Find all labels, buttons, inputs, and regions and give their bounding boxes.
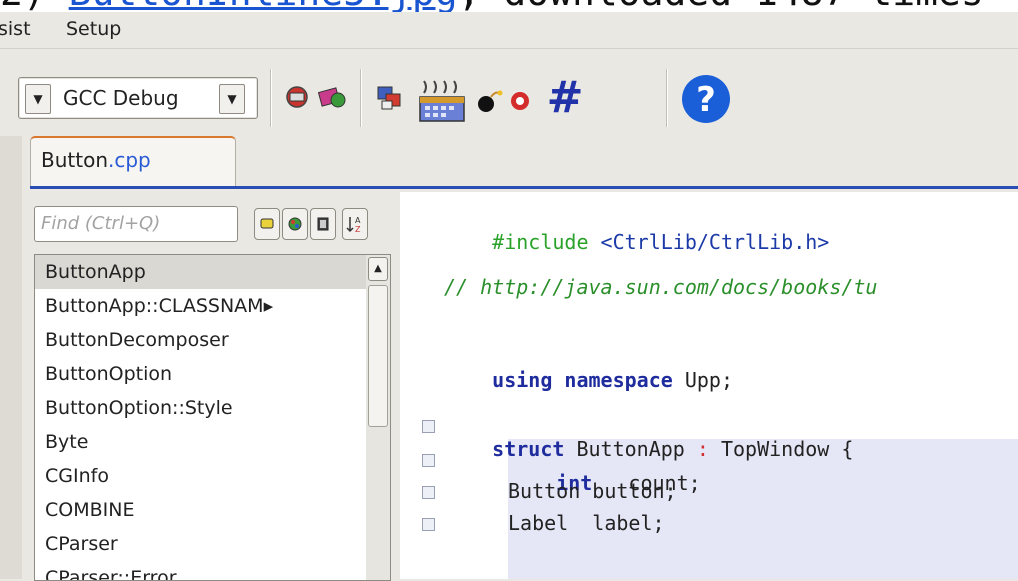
list-item[interactable]: CGInfo xyxy=(35,459,375,493)
toolbar-separator xyxy=(270,69,272,127)
list-item[interactable]: ButtonOption xyxy=(35,357,375,391)
folder-icon[interactable] xyxy=(254,208,280,240)
code-line-include: #include <CtrlLib/CtrlLib.h> xyxy=(492,230,830,254)
fold-marker-icon xyxy=(422,486,435,499)
menu-assist[interactable]: sist xyxy=(0,12,31,46)
list-scrollbar[interactable]: ▲ xyxy=(366,254,391,581)
rebuild-icon[interactable] xyxy=(316,82,348,112)
list-item[interactable]: ButtonApp xyxy=(35,255,375,289)
help-icon[interactable]: ? xyxy=(680,73,732,125)
menu-setup[interactable]: Setup xyxy=(66,12,121,46)
calendar-icon[interactable] xyxy=(416,77,468,125)
scroll-thumb[interactable] xyxy=(368,285,388,427)
chevron-down-icon[interactable]: ▼ xyxy=(25,84,51,114)
debug-bomb-icon[interactable] xyxy=(476,89,504,113)
list-item[interactable]: Byte xyxy=(35,425,375,459)
build-icon[interactable] xyxy=(282,82,312,112)
build-config-select[interactable]: ▼ GCC Debug ▼ xyxy=(18,77,258,119)
fold-marker-icon xyxy=(422,454,435,467)
tab-button-cpp[interactable]: Button.cpp xyxy=(30,136,236,188)
code-line-label: Label label; xyxy=(508,511,665,535)
build-config-value: GCC Debug xyxy=(63,86,179,110)
left-dock-strip xyxy=(0,136,23,579)
code-line-using: using namespace Upp; xyxy=(492,368,734,392)
download-caption: 2) ButtonInline5.jpg, downloaded 1487 ti… xyxy=(0,0,1018,12)
fold-marker-icon xyxy=(422,518,435,531)
code-editor[interactable]: #include <CtrlLib/CtrlLib.h> // http://j… xyxy=(400,192,1018,579)
svg-text:?: ? xyxy=(696,80,716,120)
document-icon[interactable] xyxy=(310,208,336,240)
navigator-panel: AZ ButtonApp ButtonApp::CLASSNAM▸ Button… xyxy=(22,192,400,581)
fold-marker-icon[interactable] xyxy=(422,420,435,433)
list-item[interactable]: CParser xyxy=(35,527,375,561)
menu-bar: sist Setup xyxy=(0,12,1018,48)
list-item[interactable]: ButtonDecomposer xyxy=(35,323,375,357)
symbol-list: ButtonApp ButtonApp::CLASSNAM▸ ButtonDec… xyxy=(34,254,376,581)
find-box[interactable] xyxy=(34,206,238,242)
globe-icon[interactable] xyxy=(282,208,308,240)
clean-icon[interactable] xyxy=(376,85,406,113)
toolbar-separator xyxy=(360,69,362,127)
tab-label: Button.cpp xyxy=(41,148,151,172)
toolbar: ▼ GCC Debug ▼ # ? xyxy=(0,48,1018,137)
svg-text:Z: Z xyxy=(355,225,361,234)
toolbar-separator xyxy=(666,69,668,127)
caption-number: 2) xyxy=(0,0,46,12)
code-line-comment: // http://java.sun.com/docs/books/tu xyxy=(444,275,878,299)
sort-icon[interactable]: AZ xyxy=(342,208,368,240)
image-link[interactable]: ButtonInline5.jpg xyxy=(69,0,458,12)
file-tab-bar: Button.cpp xyxy=(22,136,1018,192)
list-item[interactable]: COMBINE xyxy=(35,493,375,527)
list-item[interactable]: ButtonApp::CLASSNAM▸ xyxy=(35,289,375,323)
tab-underline xyxy=(30,186,1018,189)
scroll-up-icon[interactable]: ▲ xyxy=(368,257,388,281)
hash-icon[interactable]: # xyxy=(540,73,590,123)
search-input[interactable] xyxy=(35,207,237,239)
list-item[interactable]: CParser::Error xyxy=(35,561,375,580)
chevron-down-icon[interactable]: ▼ xyxy=(219,84,245,114)
svg-text:A: A xyxy=(355,216,361,225)
caption-downloads: , downloaded 1487 times xyxy=(458,0,984,12)
stop-icon[interactable] xyxy=(508,89,532,113)
code-line-button: Button button; xyxy=(508,479,677,503)
list-item[interactable]: ButtonOption::Style xyxy=(35,391,375,425)
